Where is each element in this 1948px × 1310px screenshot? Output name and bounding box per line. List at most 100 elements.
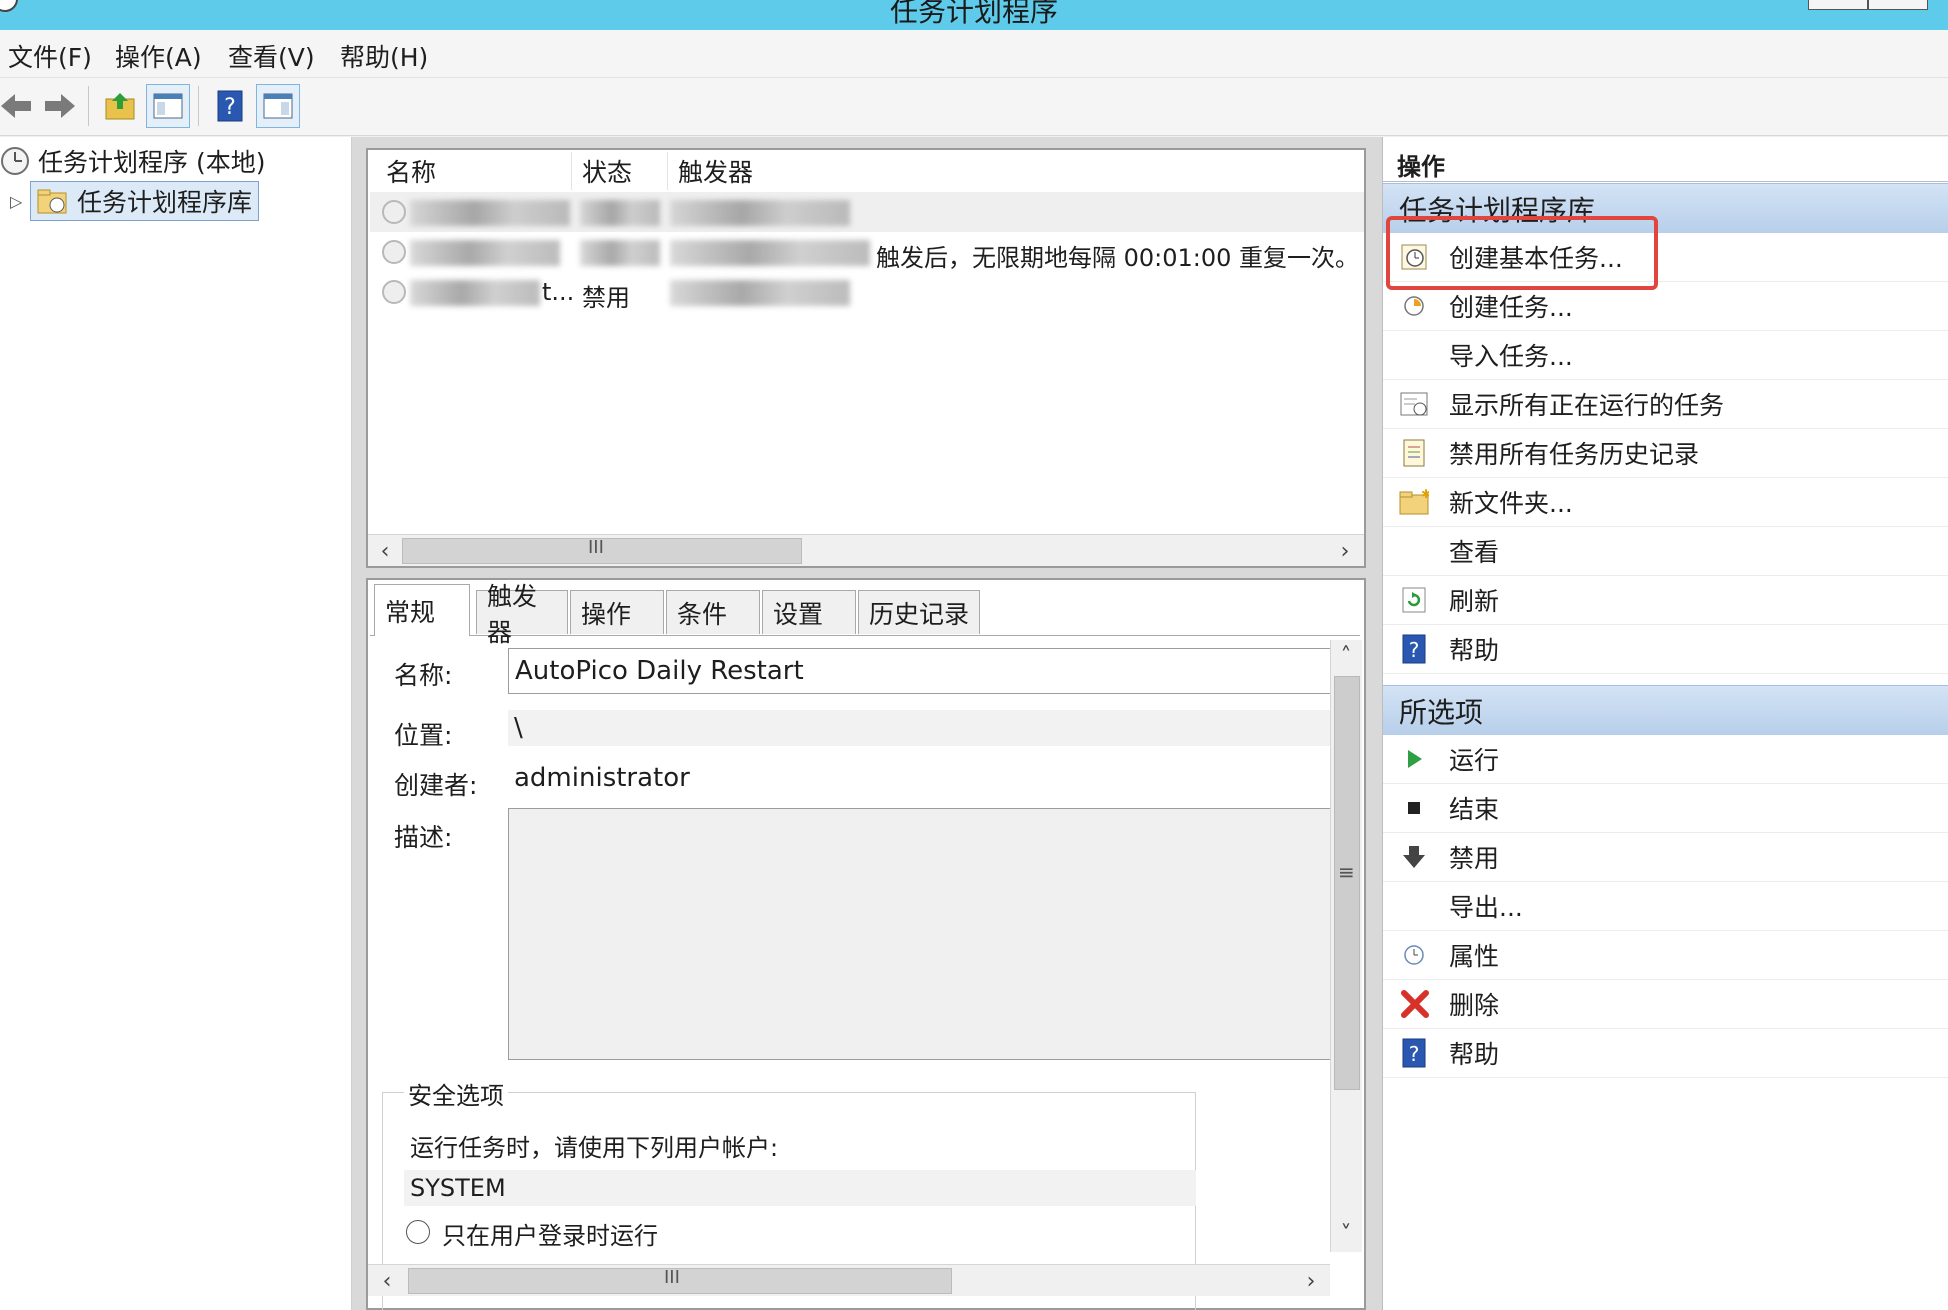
svg-text:✱: ✱ xyxy=(1421,489,1429,501)
section-selected-item[interactable]: 所选项 xyxy=(1383,685,1948,735)
expand-arrow-icon[interactable]: ▷ xyxy=(10,192,30,211)
action-properties[interactable]: 属性 xyxy=(1383,931,1948,980)
name-field[interactable]: AutoPico Daily Restart xyxy=(508,648,1334,694)
action-label: 删除 xyxy=(1449,991,1500,1020)
run-icon xyxy=(1399,744,1429,774)
task-status: 禁用 xyxy=(582,284,630,312)
redacted-name xyxy=(410,280,540,306)
tab-general[interactable]: 常规 xyxy=(374,584,470,636)
redacted-status xyxy=(580,200,660,226)
show-hide-action-pane-button[interactable] xyxy=(256,84,300,128)
task-icon xyxy=(382,280,406,304)
tree-item-library-label: 任务计划程序库 xyxy=(77,188,253,217)
action-help-selected[interactable]: ? 帮助 xyxy=(1383,1029,1948,1078)
menu-action[interactable]: 操作(A) xyxy=(115,38,202,74)
action-help[interactable]: ? 帮助 xyxy=(1383,625,1948,674)
svg-text:?: ? xyxy=(224,95,236,120)
action-label: 禁用所有任务历史记录 xyxy=(1449,440,1700,469)
tab-settings[interactable]: 设置 xyxy=(762,590,856,634)
toolbar: ? xyxy=(0,78,1948,136)
scroll-right-arrow-icon[interactable]: › xyxy=(1330,537,1360,565)
action-label: 帮助 xyxy=(1449,636,1500,665)
action-label: 结束 xyxy=(1449,795,1500,824)
folder-clock-icon xyxy=(37,189,67,214)
task-row[interactable] xyxy=(370,192,1364,232)
action-show-running-tasks[interactable]: 显示所有正在运行的任务 xyxy=(1383,380,1948,429)
author-label: 创建者: xyxy=(394,771,478,800)
back-button[interactable] xyxy=(0,84,38,128)
scroll-right-arrow-icon[interactable]: › xyxy=(1296,1267,1326,1295)
description-label: 描述: xyxy=(394,823,453,852)
action-label: 显示所有正在运行的任务 xyxy=(1449,391,1725,420)
column-header-name[interactable]: 名称 xyxy=(376,152,572,190)
action-label: 导出... xyxy=(1449,893,1523,922)
column-header-status[interactable]: 状态 xyxy=(572,152,668,190)
scroll-thumb[interactable] xyxy=(408,1268,952,1294)
scroll-up-arrow-icon[interactable]: ˄ xyxy=(1331,642,1361,670)
action-label: 新文件夹... xyxy=(1449,489,1573,518)
action-label: 查看 xyxy=(1449,538,1500,567)
action-end[interactable]: 结束 xyxy=(1383,784,1948,833)
task-row[interactable]: t... 禁用 xyxy=(370,272,1364,312)
column-header-trigger[interactable]: 触发器 xyxy=(668,152,818,190)
tree-root[interactable]: 任务计划程序 (本地) xyxy=(0,141,265,181)
disable-down-arrow-icon xyxy=(1399,842,1429,872)
tab-history[interactable]: 历史记录 xyxy=(858,590,980,634)
action-view[interactable]: 查看 xyxy=(1383,527,1948,576)
action-label: 禁用 xyxy=(1449,844,1500,873)
scroll-left-arrow-icon[interactable]: ‹ xyxy=(370,537,400,565)
action-new-folder[interactable]: ✱ 新文件夹... xyxy=(1383,478,1948,527)
properties-clock-icon xyxy=(1399,940,1429,970)
show-hide-console-tree-button[interactable] xyxy=(146,84,190,128)
minimize-button[interactable] xyxy=(1808,0,1868,10)
only-logged-on-radio[interactable] xyxy=(406,1220,430,1244)
run-as-value: SYSTEM xyxy=(404,1170,1196,1206)
actions-header-divider xyxy=(1383,181,1948,182)
description-field[interactable] xyxy=(508,808,1334,1060)
scroll-down-arrow-icon[interactable]: ˅ xyxy=(1331,1220,1361,1248)
action-export[interactable]: 导出... xyxy=(1383,882,1948,931)
svg-text:?: ? xyxy=(1409,1042,1420,1066)
maximize-button[interactable] xyxy=(1868,0,1928,10)
list-horizontal-scrollbar[interactable]: ‹ III › xyxy=(368,534,1364,566)
redacted-name xyxy=(410,240,560,266)
tab-conditions[interactable]: 条件 xyxy=(666,590,760,634)
trigger-text: 触发后，无限期地每隔 00:01:00 重复一次。 xyxy=(876,244,1360,272)
menu-help[interactable]: 帮助(H) xyxy=(340,38,428,74)
action-disable[interactable]: 禁用 xyxy=(1383,833,1948,882)
author-value: administrator xyxy=(514,763,690,793)
action-delete[interactable]: 删除 xyxy=(1383,980,1948,1029)
action-import-task[interactable]: 导入任务... xyxy=(1383,331,1948,380)
action-run[interactable]: 运行 xyxy=(1383,735,1948,784)
redacted-status xyxy=(580,240,660,266)
task-list: 名称 状态 触发器 触发后，无限期地每隔 00:01:00 重复一次。 t...… xyxy=(366,148,1366,568)
forward-button[interactable] xyxy=(38,84,82,128)
tree-item-library[interactable]: ▷ 任务计划程序库 xyxy=(10,181,260,221)
history-log-icon xyxy=(1399,438,1429,468)
menu-view[interactable]: 查看(V) xyxy=(228,38,315,74)
action-label: 刷新 xyxy=(1449,587,1500,616)
window-title: 任务计划程序 xyxy=(889,0,1058,28)
task-detail: 常规 触发器 操作 条件 设置 历史记录 名称: AutoPico Daily … xyxy=(366,578,1366,1310)
detail-horizontal-scrollbar[interactable]: ‹ III › xyxy=(368,1264,1330,1296)
detail-vertical-scrollbar[interactable]: ˄ ≡ ˅ xyxy=(1330,640,1362,1252)
up-folder-button[interactable] xyxy=(98,84,142,128)
action-label: 运行 xyxy=(1449,746,1500,775)
action-disable-history[interactable]: 禁用所有任务历史记录 xyxy=(1383,429,1948,478)
scroll-grip: III xyxy=(664,1267,680,1288)
location-value: \ xyxy=(508,710,1334,746)
redacted-trigger xyxy=(670,240,870,266)
scroll-left-arrow-icon[interactable]: ‹ xyxy=(372,1267,402,1295)
help-button[interactable]: ? xyxy=(208,84,252,128)
actions-header: 操作 xyxy=(1397,153,1445,181)
tab-triggers[interactable]: 触发器 xyxy=(476,582,568,647)
tab-actions[interactable]: 操作 xyxy=(570,590,664,634)
console-tree-icon xyxy=(153,93,183,119)
task-row[interactable]: 触发后，无限期地每隔 00:01:00 重复一次。 xyxy=(370,232,1364,272)
clock-icon xyxy=(1,147,29,175)
location-label: 位置: xyxy=(394,721,453,750)
console-tree: 任务计划程序 (本地) ▷ 任务计划程序库 xyxy=(0,137,352,1310)
action-refresh[interactable]: 刷新 xyxy=(1383,576,1948,625)
redacted-trigger xyxy=(670,280,850,306)
menu-file[interactable]: 文件(F) xyxy=(8,38,92,74)
